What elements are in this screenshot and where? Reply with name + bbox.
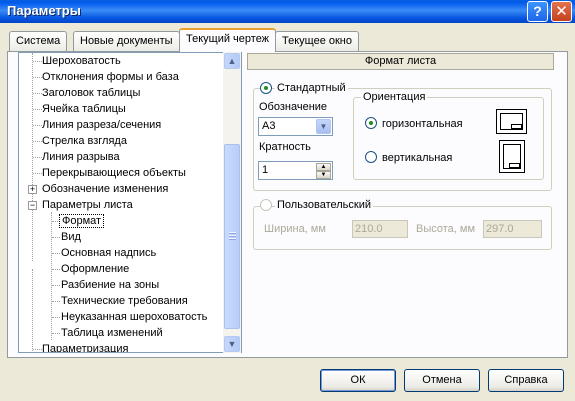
designation-select[interactable]: А3 ▼	[258, 117, 333, 136]
tree-item-label: Стрелка взгляда	[42, 135, 127, 147]
dialog-window: Параметры ? ✕ Система Новые документы Те…	[0, 0, 575, 401]
tree-item-technical-requirements[interactable]: Технические требования	[59, 293, 190, 309]
ok-button[interactable]: ОК	[320, 369, 396, 392]
tree-item-label: Технические требования	[61, 295, 188, 307]
tree-item-change-table[interactable]: Таблица изменений	[59, 325, 165, 341]
tree-item-title-block[interactable]: Основная надпись	[59, 245, 158, 261]
tree-item-label: Параметры листа	[42, 199, 133, 211]
multiplicity-label: Кратность	[259, 141, 311, 153]
custom-radio[interactable]	[260, 199, 272, 211]
tree-item-roughness[interactable]: Шероховатость	[40, 53, 123, 69]
tree-item-label: Отклонения формы и база	[42, 71, 179, 83]
tree-scrollbar[interactable]: ▲ ▼	[223, 52, 241, 353]
tree-item-unspecified-roughness[interactable]: Неуказанная шероховатость	[59, 309, 209, 325]
standard-label: Стандартный	[275, 81, 348, 95]
tree-connector	[51, 212, 52, 340]
landscape-sheet-icon	[496, 109, 527, 134]
standard-radio[interactable]	[260, 82, 272, 94]
scroll-down-icon[interactable]: ▼	[224, 336, 240, 352]
grip-line	[229, 235, 236, 237]
scroll-up-icon[interactable]: ▲	[224, 53, 240, 69]
cancel-button[interactable]: Отмена	[404, 369, 480, 392]
tree-item-format[interactable]: Формат	[59, 213, 105, 229]
height-field[interactable]: 297.0	[483, 220, 542, 238]
tree-item-view[interactable]: Вид	[59, 229, 83, 245]
spin-up-icon[interactable]: ▲	[316, 163, 331, 171]
custom-label: Пользовательский	[275, 198, 373, 212]
tree-item-label: Формат	[59, 214, 105, 228]
landscape-radio[interactable]	[365, 117, 377, 129]
tree-item-table-cell[interactable]: Ячейка таблицы	[40, 101, 128, 117]
help-title-button[interactable]: ?	[527, 1, 548, 22]
window-title: Параметры	[7, 3, 81, 18]
multiplicity-spinner[interactable]: 1 ▲ ▼	[258, 161, 333, 180]
tree-item-form-deviation[interactable]: Отклонения формы и база	[40, 69, 181, 85]
tab-system[interactable]: Система	[9, 31, 68, 51]
collapse-icon[interactable]: −	[28, 201, 37, 210]
designation-label: Обозначение	[259, 101, 328, 113]
portrait-radio[interactable]	[365, 151, 377, 163]
help-button[interactable]: Справка	[488, 369, 564, 392]
portrait-label: вертикальная	[382, 152, 453, 164]
tree-item-label: Разбиение на зоны	[61, 279, 160, 291]
tree-item-section-line[interactable]: Линия разреза/сечения	[40, 117, 163, 133]
tree-item-change-designation[interactable]: Обозначение изменения	[40, 181, 170, 197]
landscape-label: горизонтальная	[382, 118, 463, 130]
grip-line	[229, 238, 236, 240]
height-label: Высота, мм	[416, 223, 476, 235]
tree-item-label: Шероховатость	[42, 55, 121, 67]
tree-item-label: Линия разреза/сечения	[42, 119, 162, 131]
settings-tree[interactable]: Шероховатость Отклонения формы и база За…	[18, 52, 242, 353]
tree-item-label: Перекрывающиеся объекты	[42, 167, 186, 179]
tree-item-label: Неуказанная шероховатость	[61, 311, 208, 323]
tree-item-overlapping-objects[interactable]: Перекрывающиеся объекты	[40, 165, 188, 181]
tree-item-sheet-parameters[interactable]: Параметры листа	[40, 197, 135, 213]
tree-item-label: Заголовок таблицы	[42, 87, 141, 99]
title-bar[interactable]: Параметры ? ✕	[0, 0, 575, 23]
width-label: Ширина, мм	[264, 223, 326, 235]
title-block-stamp	[509, 163, 520, 168]
tree-item-label: Основная надпись	[61, 247, 157, 259]
scroll-thumb[interactable]	[224, 144, 240, 329]
chevron-down-icon[interactable]: ▼	[316, 119, 331, 134]
portrait-sheet-icon	[499, 140, 525, 173]
tree-item-table-header[interactable]: Заголовок таблицы	[40, 85, 142, 101]
spin-down-icon[interactable]: ▼	[316, 171, 331, 179]
tree-connector	[32, 269, 33, 351]
tab-new-documents[interactable]: Новые документы	[73, 31, 180, 51]
title-block-stamp	[511, 124, 522, 129]
tree-item-parametrization[interactable]: Параметризация	[40, 341, 130, 353]
tree-item-design[interactable]: Оформление	[59, 261, 131, 277]
designation-value: А3	[262, 120, 276, 132]
grip-line	[229, 232, 236, 234]
tree-item-label: Обозначение изменения	[42, 183, 169, 195]
tab-current-drawing[interactable]: Текущий чертеж	[179, 28, 277, 52]
tree-item-break-line[interactable]: Линия разрыва	[40, 149, 122, 165]
tree-item-label: Линия разрыва	[42, 151, 120, 163]
section-header: Формат листа	[247, 53, 554, 70]
multiplicity-value: 1	[262, 164, 269, 176]
orientation-label: Ориентация	[361, 90, 428, 104]
tree-item-label: Ячейка таблицы	[42, 103, 126, 115]
tree-item-label: Вид	[61, 231, 81, 243]
width-field[interactable]: 210.0	[352, 220, 408, 238]
tab-current-window[interactable]: Текущее окно	[275, 31, 359, 51]
tree-item-zones[interactable]: Разбиение на зоны	[59, 277, 161, 293]
tree-item-label: Параметризация	[42, 343, 129, 353]
expand-icon[interactable]: +	[28, 185, 37, 194]
close-button[interactable]: ✕	[551, 1, 572, 22]
tree-item-label: Оформление	[61, 263, 130, 275]
tree-item-view-arrow[interactable]: Стрелка взгляда	[40, 133, 129, 149]
tree-item-label: Таблица изменений	[61, 327, 163, 339]
